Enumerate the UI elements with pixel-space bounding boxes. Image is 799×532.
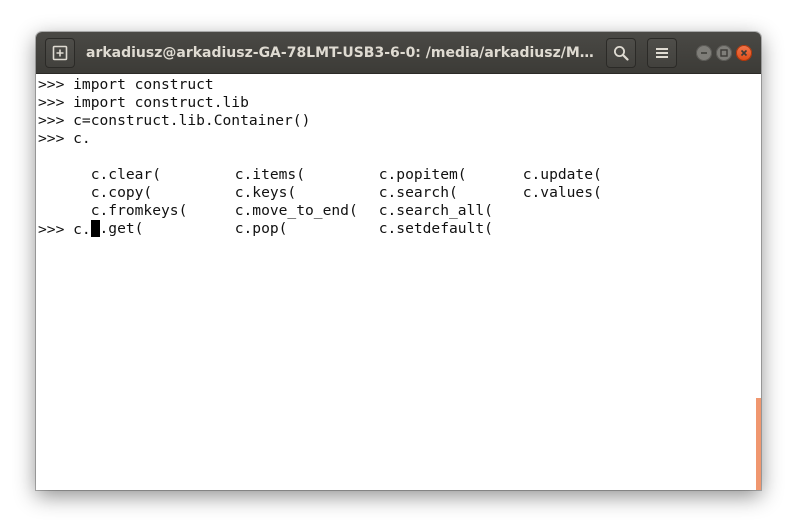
completion-item: c.copy(	[90, 184, 153, 201]
close-icon	[740, 44, 748, 62]
terminal-output[interactable]: >>> import construct >>> import construc…	[36, 74, 761, 490]
completion-item: c.search(	[378, 184, 458, 201]
hamburger-menu-icon	[655, 46, 669, 60]
window-title: arkadiusz@arkadiusz-GA-78LMT-USB3-6-0: /…	[86, 45, 596, 61]
maximize-button[interactable]	[716, 45, 732, 61]
completion-item: c.items(	[234, 166, 306, 183]
terminal-line: >>> import construct	[38, 76, 214, 93]
terminal-line: >>> import construct.lib	[38, 94, 249, 111]
completion-item: c.pop(	[234, 220, 288, 237]
completion-row: c.clear( c.items( c.popitem( c.update(	[38, 148, 761, 183]
completion-item: c.keys(	[234, 184, 297, 201]
completion-item: c.get(	[90, 220, 144, 237]
terminal-line: >>> c.	[38, 130, 91, 147]
scrollbar-thumb[interactable]	[756, 398, 761, 490]
completion-item: c.search_all(	[378, 202, 493, 219]
prompt-text: >>> c.	[38, 221, 91, 238]
completion-item: c.popitem(	[378, 166, 467, 183]
completion-item: c.values(	[522, 184, 602, 201]
maximize-icon	[720, 44, 728, 62]
scrollbar-track[interactable]	[755, 74, 761, 490]
terminal-line: >>> c=construct.lib.Container()	[38, 112, 311, 129]
search-button[interactable]	[606, 38, 636, 68]
completion-item: c.setdefault(	[378, 220, 493, 237]
menu-button[interactable]	[647, 38, 677, 68]
new-tab-button[interactable]	[45, 38, 75, 68]
text-cursor	[90, 220, 100, 237]
minimize-button[interactable]	[696, 45, 712, 61]
close-button[interactable]	[736, 45, 752, 61]
search-icon	[613, 45, 629, 61]
completion-item: c.clear(	[90, 166, 162, 183]
new-tab-icon	[52, 45, 68, 61]
terminal-window: arkadiusz@arkadiusz-GA-78LMT-USB3-6-0: /…	[36, 32, 761, 490]
minimize-icon	[700, 44, 708, 62]
completion-item: c.fromkeys(	[90, 202, 188, 219]
title-bar[interactable]: arkadiusz@arkadiusz-GA-78LMT-USB3-6-0: /…	[36, 32, 761, 74]
completion-item: c.update(	[522, 166, 602, 183]
completion-item: c.move_to_end(	[234, 202, 358, 219]
